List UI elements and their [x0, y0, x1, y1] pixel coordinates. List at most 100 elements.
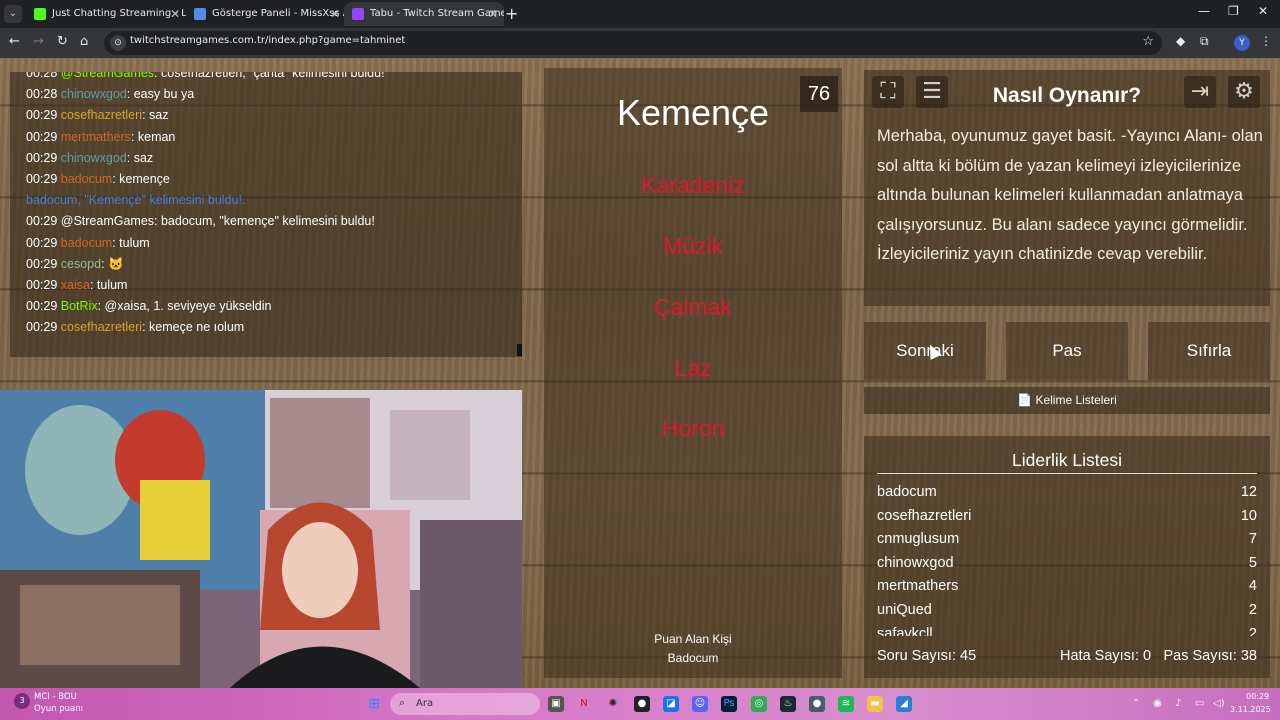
menu-kebab-icon[interactable]: ⋮ — [1260, 34, 1272, 48]
tray-chevron-icon[interactable]: ⌃ — [1132, 698, 1140, 709]
back-icon[interactable]: ← — [9, 34, 20, 49]
chat-username[interactable]: cosefhazretleri — [61, 108, 142, 122]
chat-text: : cosefhazretleri, "çanta" kelimesini bu… — [154, 72, 385, 80]
url-text[interactable]: twitchstreamgames.com.tr/index.php?game=… — [130, 35, 405, 46]
chat-message: 00:29 badocum: kemençe — [26, 172, 170, 186]
chat-scrollbar[interactable] — [517, 344, 522, 356]
gear-icon[interactable]: ⚙ — [1228, 76, 1260, 108]
steelseries-icon[interactable]: ✺ — [605, 696, 621, 712]
chat-username[interactable]: mertmathers — [61, 130, 131, 144]
next-button[interactable]: Sonraki — [864, 322, 986, 380]
tab-search-button[interactable]: ⌄ — [4, 5, 22, 23]
fullscreen-icon[interactable]: ⛶ — [872, 76, 904, 108]
notes-icon[interactable]: ☰ — [916, 76, 948, 108]
chat-username[interactable]: badocum, "Kemençe" kelimesini buldu!. — [26, 193, 245, 207]
clock-time[interactable]: 00:29 — [1246, 692, 1269, 701]
chat-timestamp: 00:29 — [26, 235, 58, 250]
chat-message: 00:29 cosefhazretleri: saz — [26, 108, 168, 122]
task-view-icon[interactable]: ▣ — [548, 696, 564, 712]
chat-timestamp: 00:29 — [26, 299, 58, 314]
forward-icon[interactable]: → — [33, 34, 44, 49]
taboo-word: Çalmak — [654, 294, 732, 320]
discord-icon[interactable]: ☺ — [692, 696, 708, 712]
browser-tab-kick[interactable]: Just Chatting Streaming - Live S ✕ — [26, 2, 186, 26]
leaderboard-list[interactable]: badocum 12 cosefhazretleri 10 cnmuglusum 7 chi… — [877, 484, 1257, 636]
chrome-icon[interactable]: ◎ — [751, 696, 767, 712]
file-explorer-icon[interactable]: ▬ — [867, 696, 883, 712]
word-panel: 76 Kemençe Karadeniz Müzik Çalmak Laz Ho… — [544, 68, 842, 678]
close-icon[interactable]: ✕ — [330, 2, 340, 26]
bookmark-star-icon[interactable]: ☆ — [1142, 34, 1154, 49]
extension-icon[interactable]: ◆ — [1176, 34, 1185, 48]
game-page: 00:28 @StreamGames: cosefhazretleri, "ça… — [0, 58, 1280, 688]
chat-username[interactable]: xaisa — [61, 278, 90, 292]
widget-subtitle[interactable]: Oyun puanı — [34, 704, 83, 714]
tab-title: Just Chatting Streaming - Live S — [52, 8, 186, 19]
taboo-word: Horon — [661, 415, 725, 441]
chat-username[interactable]: badocum — [61, 236, 112, 250]
chat-username[interactable]: cosefhazretleri — [61, 320, 142, 334]
tray-app-icon[interactable]: ◉ — [1153, 698, 1162, 709]
site-info-icon[interactable]: ⊙ — [110, 35, 126, 51]
address-bar[interactable]: ⊙ twitchstreamgames.com.tr/index.php?gam… — [104, 31, 1162, 55]
widget-title[interactable]: MCI - BOU — [34, 692, 77, 702]
chat-text: : 🐱 — [101, 256, 124, 271]
reload-icon[interactable]: ↻ — [57, 34, 68, 49]
volume-icon[interactable]: ◁) — [1213, 698, 1225, 709]
word-lists-button[interactable]: 📄 Kelime Listeleri — [864, 387, 1270, 414]
browser-tab-tabu[interactable]: Tabu - Twitch Stream Game ✕ — [344, 2, 504, 26]
steam-icon[interactable]: ♨ — [780, 696, 796, 712]
leaderboard-row: uniQued 2 — [877, 602, 1257, 626]
logout-icon[interactable]: ⇥ — [1184, 76, 1216, 108]
twitch-icon — [352, 8, 364, 20]
new-tab-button[interactable]: + — [505, 4, 518, 23]
chat-username[interactable]: cesopd — [61, 257, 101, 271]
chat-username[interactable]: chinowxgod — [61, 87, 127, 101]
player-score: 2 — [1248, 602, 1257, 618]
browser-tab-dashboard[interactable]: Gösterge Paneli - MissXss AI Bo ✕ — [186, 2, 346, 26]
network-icon[interactable]: ▭ — [1195, 698, 1204, 709]
netflix-icon[interactable]: N — [576, 696, 592, 712]
chat-username[interactable]: chinowxgod — [61, 151, 127, 165]
home-icon[interactable]: ⌂ — [80, 34, 88, 49]
clock-date[interactable]: 3.11.2025 — [1230, 705, 1271, 714]
start-windows-icon[interactable]: ⊞ — [366, 696, 382, 712]
leaderboard-row: cosefhazretleri 10 — [877, 508, 1257, 532]
window-close-icon[interactable]: ✕ — [1258, 4, 1268, 18]
restore-icon[interactable]: ❐ — [1228, 4, 1239, 18]
chat-username[interactable]: @StreamGames — [61, 72, 154, 80]
minimize-icon[interactable]: — — [1198, 4, 1210, 18]
app2-icon[interactable]: ● — [809, 696, 825, 712]
microphone-icon[interactable]: ♪ — [1175, 698, 1181, 709]
match-score-icon[interactable]: 3 — [14, 693, 30, 709]
main-word: Kemençe — [616, 92, 770, 133]
reset-button[interactable]: Sıfırla — [1148, 322, 1270, 380]
spotify-icon[interactable]: ≋ — [838, 696, 854, 712]
player-score: 4 — [1248, 578, 1257, 595]
taskbar-search[interactable]: ⌕ Ara — [390, 693, 540, 715]
chat-username[interactable]: badocum — [61, 172, 112, 186]
taboo-word: Müzik — [662, 233, 724, 259]
leaderboard-title: Liderlik Listesi — [1012, 450, 1122, 470]
player-score: 2 — [1248, 625, 1257, 636]
obs-icon[interactable]: ● — [634, 696, 650, 712]
extensions-puzzle-icon[interactable]: ⧉ — [1200, 34, 1209, 49]
app3-icon[interactable]: ◢ — [896, 696, 912, 712]
profile-avatar[interactable]: Y — [1234, 35, 1250, 51]
chat-timestamp: 00:29 — [26, 129, 58, 144]
close-icon[interactable]: ✕ — [170, 2, 180, 26]
leaderboard-row: cnmuglusum 7 — [877, 531, 1257, 555]
chat-text: : saz — [126, 150, 154, 165]
photoshop-icon[interactable]: Ps — [721, 696, 737, 712]
question-count: Soru Sayısı: 45 — [877, 648, 977, 664]
chat-username[interactable]: BotRix — [61, 299, 98, 313]
player-name: badocum — [877, 484, 937, 500]
chat-timestamp: 00:29 — [26, 320, 58, 335]
close-icon[interactable]: ✕ — [488, 2, 498, 26]
chat-text: : tulum — [112, 235, 150, 250]
player-score: 5 — [1248, 554, 1257, 571]
player-score: 7 — [1248, 531, 1257, 548]
app-icon[interactable]: ◪ — [663, 696, 679, 712]
chat-message: 00:28 @StreamGames: cosefhazretleri, "ça… — [26, 72, 385, 80]
pass-button[interactable]: Pas — [1006, 322, 1128, 380]
